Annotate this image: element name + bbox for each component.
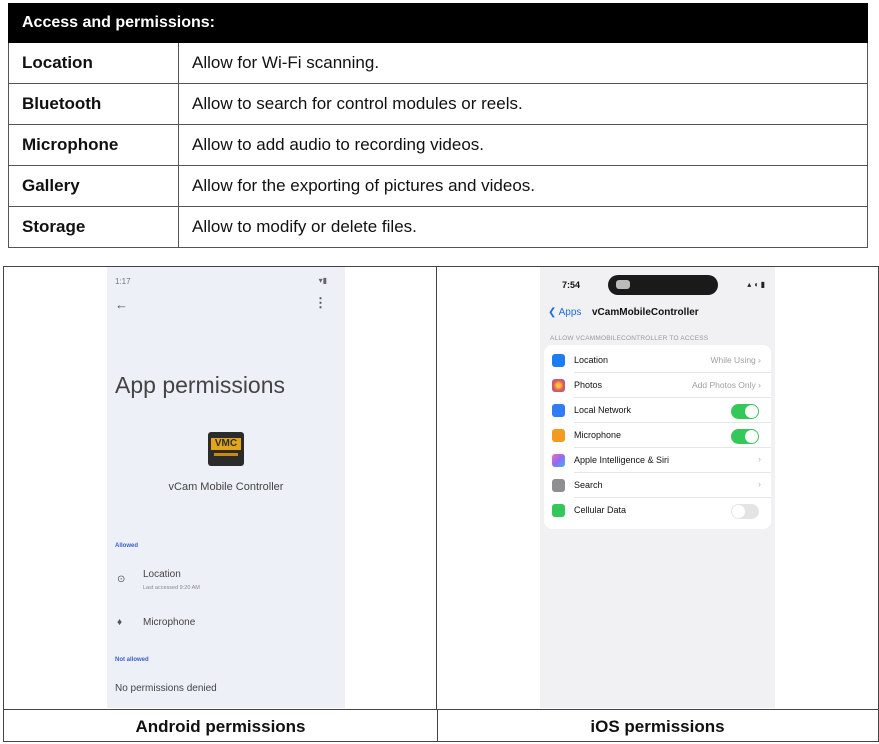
- permissions-table-header: Access and permissions:: [8, 3, 868, 43]
- permission-name: Bluetooth: [8, 83, 179, 125]
- ios-row-location[interactable]: Location While Using ›: [544, 349, 771, 373]
- android-microphone-label[interactable]: Microphone: [143, 617, 195, 628]
- more-options-icon[interactable]: ⋮: [314, 295, 327, 311]
- chevron-right-icon: ›: [758, 454, 761, 464]
- ios-row-label: Local Network: [574, 405, 632, 415]
- ios-row-microphone: Microphone: [544, 424, 771, 448]
- cellular-data-toggle[interactable]: [731, 504, 759, 519]
- android-location-sub: Last accessed 9:20 AM: [143, 585, 200, 591]
- permission-name: Storage: [8, 206, 179, 248]
- chevron-right-icon: ›: [758, 479, 761, 489]
- permission-description: Allow to search for control modules or r…: [178, 83, 868, 125]
- permission-description: Allow to add audio to recording videos.: [178, 124, 868, 166]
- ios-status-icons: ▴ ◖ ▮: [747, 280, 765, 289]
- ios-status-time: 7:54: [562, 280, 581, 290]
- permission-name: Gallery: [8, 165, 179, 207]
- ios-back-label: Apps: [558, 307, 582, 318]
- network-icon: [552, 404, 565, 417]
- ios-row-label: Microphone: [574, 430, 622, 440]
- table-row: Storage Allow to modify or delete files.: [8, 206, 868, 248]
- ios-row-label: Location: [574, 355, 609, 365]
- ios-row-value: Add Photos Only ›: [692, 380, 761, 390]
- android-page-title: App permissions: [115, 372, 286, 398]
- ios-section-header: ALLOW VCAMMOBILECONTROLLER TO ACCESS: [550, 335, 709, 342]
- table-row: Location Allow for Wi-Fi scanning.: [8, 42, 868, 84]
- not-allowed-section-label: Not allowed: [115, 657, 149, 663]
- ios-row-photos[interactable]: Photos Add Photos Only ›: [544, 374, 771, 398]
- ios-row-label: Apple Intelligence & Siri: [574, 455, 670, 465]
- cellular-icon: [552, 504, 565, 517]
- android-app-name: vCam Mobile Controller: [168, 481, 284, 493]
- ios-row-label: Cellular Data: [574, 505, 627, 515]
- ios-row-search[interactable]: Search ›: [544, 474, 771, 498]
- back-arrow-icon[interactable]: ←: [115, 297, 128, 312]
- table-row: Bluetooth Allow to search for control mo…: [8, 83, 868, 125]
- screenshots-table: 1:17 ▾▮ ← ⋮ App permissions VMC vCam Mob…: [3, 266, 879, 742]
- permission-name: Location: [8, 42, 179, 84]
- android-status-icons: ▾▮: [318, 276, 327, 285]
- microphone-icon: ♦: [117, 617, 123, 628]
- android-location-label[interactable]: Location: [143, 569, 181, 580]
- allowed-section-label: Allowed: [115, 543, 139, 549]
- permission-description: Allow to modify or delete files.: [178, 206, 868, 248]
- permission-name: Microphone: [8, 124, 179, 166]
- permissions-table: Access and permissions: Location Allow f…: [8, 3, 868, 248]
- permission-description: Allow for Wi-Fi scanning.: [178, 42, 868, 84]
- no-permissions-denied-text: No permissions denied: [115, 683, 217, 694]
- ios-screenshot: 7:54 ▴ ◖ ▮ ❮ Apps vCamMobileController A…: [540, 267, 775, 708]
- microphone-toggle[interactable]: [731, 429, 759, 444]
- ios-row-label: Search: [574, 480, 603, 490]
- ios-row-local-network: Local Network: [544, 399, 771, 423]
- ios-row-cellular: Cellular Data: [544, 499, 771, 523]
- ios-screenshot-cell: 7:54 ▴ ◖ ▮ ❮ Apps vCamMobileController A…: [437, 267, 878, 709]
- microphone-icon: [552, 429, 565, 442]
- android-screenshot-cell: 1:17 ▾▮ ← ⋮ App permissions VMC vCam Mob…: [4, 267, 437, 709]
- android-screenshot: 1:17 ▾▮ ← ⋮ App permissions VMC vCam Mob…: [107, 267, 345, 708]
- ios-back-button[interactable]: ❮ Apps: [548, 307, 581, 318]
- ios-row-value: While Using ›: [710, 355, 761, 365]
- location-pin-icon: ⊙: [117, 574, 126, 585]
- photos-icon: [552, 379, 565, 392]
- ios-settings-group: Location While Using › Photos Add Photos…: [544, 345, 771, 529]
- ios-nav-title: vCamMobileController: [592, 307, 699, 318]
- local-network-toggle[interactable]: [731, 404, 759, 419]
- ios-row-label: Photos: [574, 380, 603, 390]
- location-arrow-icon: [552, 354, 565, 367]
- dynamic-island: [608, 275, 718, 295]
- captions-row: Android permissions iOS permissions: [4, 709, 878, 742]
- android-caption: Android permissions: [4, 710, 438, 742]
- siri-icon: [552, 454, 565, 467]
- ios-row-siri[interactable]: Apple Intelligence & Siri ›: [544, 449, 771, 473]
- app-logo-text: VMC: [211, 438, 241, 450]
- ios-caption: iOS permissions: [590, 717, 725, 736]
- android-status-time: 1:17: [115, 277, 131, 286]
- app-logo: VMC: [208, 432, 244, 466]
- table-row: Microphone Allow to add audio to recordi…: [8, 124, 868, 166]
- permission-description: Allow for the exporting of pictures and …: [178, 165, 868, 207]
- search-icon: [552, 479, 565, 492]
- table-row: Gallery Allow for the exporting of pictu…: [8, 165, 868, 207]
